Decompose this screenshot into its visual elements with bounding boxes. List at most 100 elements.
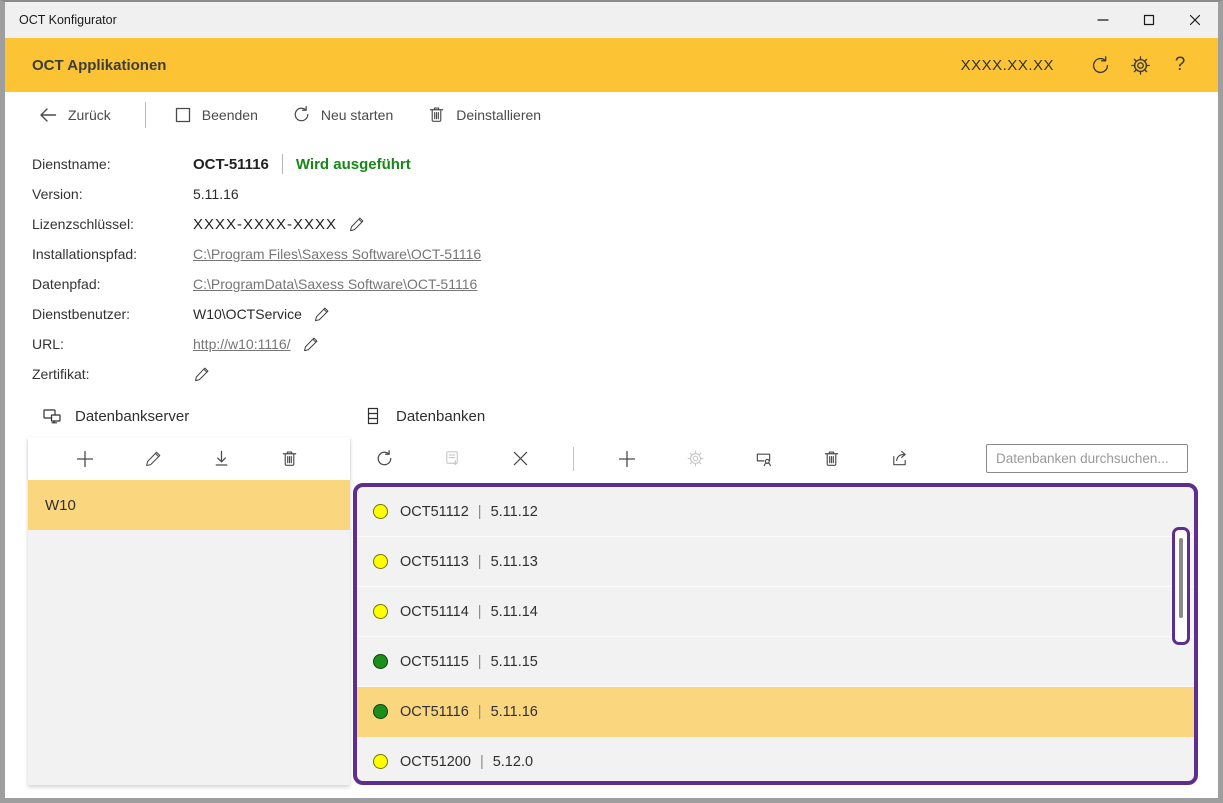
user-permissions-icon xyxy=(754,449,773,468)
detail-row-installationspfad: Installationspfad: C:\Program Files\Saxe… xyxy=(32,239,1218,269)
delete-db-button[interactable] xyxy=(821,449,841,469)
url-label: URL: xyxy=(32,336,193,352)
help-icon: ? xyxy=(1175,54,1186,76)
back-label: Zurück xyxy=(68,107,111,123)
edit-dienstbenutzer-button[interactable] xyxy=(313,305,331,323)
db-list-item[interactable]: OCT51116 | 5.11.16 xyxy=(357,687,1194,737)
add-server-button[interactable] xyxy=(75,449,95,469)
db-name: OCT51112 xyxy=(400,504,469,520)
dienstname-label: Dienstname: xyxy=(32,156,193,172)
edit-license-button[interactable] xyxy=(348,215,366,233)
service-status: Wird ausgeführt xyxy=(296,156,411,173)
restart-icon xyxy=(292,105,311,124)
db-panel-header: Datenbanken xyxy=(350,406,485,426)
restart-service-button[interactable]: Neu starten xyxy=(292,105,393,124)
bottom-strip xyxy=(5,790,1218,803)
value-divider xyxy=(282,154,283,174)
db-version: 5.11.13 xyxy=(491,554,538,570)
db-name: OCT51115 xyxy=(400,654,469,670)
restart-label: Neu starten xyxy=(321,107,393,123)
add-db-button[interactable] xyxy=(617,449,637,469)
db-search-input[interactable] xyxy=(986,444,1188,473)
lizenz-label: Lizenzschlüssel: xyxy=(32,216,193,232)
db-status-dot-icon xyxy=(373,504,388,519)
db-separator: | xyxy=(478,654,482,670)
version-value: 5.11.16 xyxy=(193,186,239,202)
title-bar: OCT Konfigurator xyxy=(5,2,1218,38)
db-list-item[interactable]: OCT51113 | 5.11.13 xyxy=(357,537,1194,587)
db-scrollbar[interactable] xyxy=(1172,527,1190,645)
edit-server-button[interactable] xyxy=(143,449,163,469)
page-title: OCT Applikationen xyxy=(32,57,961,74)
plus-icon xyxy=(617,449,637,469)
db-scrollbar-thumb[interactable] xyxy=(1179,538,1183,618)
db-status-dot-icon xyxy=(373,554,388,569)
window-title: OCT Konfigurator xyxy=(5,13,1080,27)
db-user-permissions-button[interactable] xyxy=(753,449,773,469)
pencil-icon xyxy=(313,305,331,323)
refresh-button[interactable] xyxy=(1080,45,1120,85)
panel-headers: Datenbankserver Datenbanken xyxy=(5,395,1218,437)
db-list-item[interactable]: OCT51200 | 5.12.0 xyxy=(357,737,1194,785)
dienstname-value: OCT-51116 xyxy=(193,156,269,173)
app-version: XXXX.XX.XX xyxy=(961,57,1054,74)
db-list-item[interactable]: OCT51112 | 5.11.12 xyxy=(357,487,1194,537)
db-version: 5.11.14 xyxy=(491,604,538,620)
installationspfad-link[interactable]: C:\Program Files\Saxess Software\OCT-511… xyxy=(193,246,481,262)
db-separator: | xyxy=(478,554,482,570)
plus-icon xyxy=(75,449,95,469)
server-toolbar xyxy=(28,437,350,480)
close-x-icon xyxy=(512,450,529,467)
server-panel-header: Datenbankserver xyxy=(5,406,350,426)
db-version: 5.12.0 xyxy=(493,754,533,770)
detail-row-version: Version: 5.11.16 xyxy=(32,179,1218,209)
server-panel: W10 xyxy=(28,437,350,785)
minimize-button[interactable] xyxy=(1080,2,1126,38)
back-button[interactable]: Zurück xyxy=(38,105,111,125)
import-server-button[interactable] xyxy=(211,449,231,469)
server-list-item[interactable]: W10 xyxy=(28,480,350,530)
pencil-icon xyxy=(348,215,366,233)
edit-zertifikat-button[interactable] xyxy=(193,365,211,383)
db-separator: | xyxy=(478,504,482,520)
dienstbenutzer-value: W10\OCTService xyxy=(193,306,302,322)
db-settings-button xyxy=(685,449,705,469)
trash-icon xyxy=(822,449,841,468)
pencil-icon xyxy=(144,449,163,468)
db-list: OCT51112 | 5.11.12 OCT51113 | 5.11.13 OC… xyxy=(353,483,1198,785)
db-version: 5.11.16 xyxy=(491,704,538,720)
detail-row-dienstbenutzer: Dienstbenutzer: W10\OCTService xyxy=(32,299,1218,329)
service-details: Dienstname: OCT-51116 Wird ausgeführt Ve… xyxy=(5,137,1218,395)
maximize-button[interactable] xyxy=(1126,2,1172,38)
share-db-button[interactable] xyxy=(889,449,909,469)
script-db-button xyxy=(442,449,462,469)
app-header: OCT Applikationen XXXX.XX.XX ? xyxy=(5,38,1218,92)
toolbar-divider xyxy=(145,102,146,128)
db-list-item[interactable]: OCT51114 | 5.11.14 xyxy=(357,587,1194,637)
db-panel-title: Datenbanken xyxy=(396,408,485,425)
delete-server-button[interactable] xyxy=(279,449,299,469)
version-label: Version: xyxy=(32,186,193,202)
url-link[interactable]: http://w10:1116/ xyxy=(193,336,291,352)
stop-service-button[interactable]: Beenden xyxy=(174,106,258,124)
database-icon xyxy=(363,406,383,426)
db-toolbar-divider xyxy=(573,447,574,471)
db-list-item[interactable]: OCT51115 | 5.11.15 xyxy=(357,637,1194,687)
pencil-icon xyxy=(302,335,320,353)
document-import-icon xyxy=(443,449,462,468)
panels-section: Datenbankserver Datenbanken xyxy=(5,395,1218,790)
datenpfad-link[interactable]: C:\ProgramData\Saxess Software\OCT-51116 xyxy=(193,276,477,292)
close-button[interactable] xyxy=(1172,2,1218,38)
maximize-icon xyxy=(1143,14,1155,26)
uninstall-button[interactable]: Deinstallieren xyxy=(427,105,541,124)
action-toolbar: Zurück Beenden Neu starten Deinstalliere… xyxy=(5,92,1218,137)
detail-row-datenpfad: Datenpfad: C:\ProgramData\Saxess Softwar… xyxy=(32,269,1218,299)
db-status-dot-icon xyxy=(373,704,388,719)
refresh-icon xyxy=(1090,55,1111,76)
settings-button[interactable] xyxy=(1120,45,1160,85)
clear-db-button[interactable] xyxy=(510,449,530,469)
refresh-db-button[interactable] xyxy=(374,449,394,469)
edit-url-button[interactable] xyxy=(302,335,320,353)
help-button[interactable]: ? xyxy=(1160,45,1200,85)
db-toolbar xyxy=(353,437,1198,480)
